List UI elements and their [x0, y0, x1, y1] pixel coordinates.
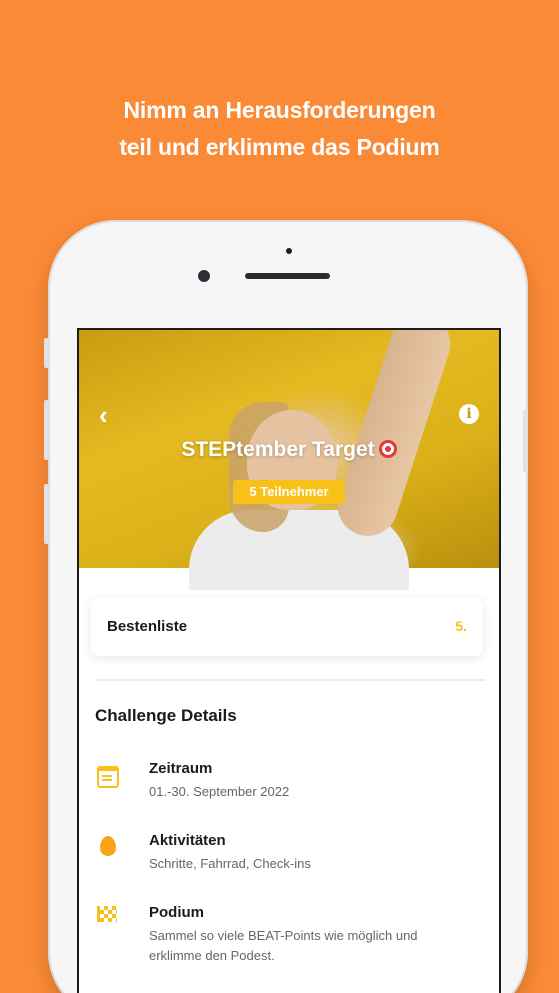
phone-volume-up: [44, 400, 49, 460]
leaderboard-label: Bestenliste: [107, 618, 188, 635]
promo-headline-line-2: teil und erklimme das Podium: [119, 134, 440, 160]
challenge-title-text: STEPtember Target: [181, 438, 375, 461]
phone-volume-down: [44, 484, 49, 544]
detail-subtitle: Sammel so viele BEAT-Points wie möglich …: [149, 928, 418, 963]
phone-camera: [198, 270, 210, 282]
fire-icon: [100, 836, 116, 856]
promo-headline: Nimm an Herausforderungen teil und erkli…: [0, 92, 559, 166]
calendar-icon: [97, 766, 119, 788]
back-chevron-icon[interactable]: ‹: [99, 402, 108, 428]
participants-badge[interactable]: 5 Teilnehmer: [233, 480, 345, 504]
detail-title: Podium: [149, 904, 204, 921]
phone-power-button: [523, 410, 528, 472]
phone-mute-switch: [44, 338, 49, 368]
detail-subtitle: 01.-30. September 2022: [149, 784, 290, 799]
detail-title: Aktivitäten: [149, 832, 226, 849]
target-icon: [378, 440, 397, 458]
section-divider: [95, 679, 485, 681]
detail-title: Zeitraum: [149, 760, 213, 777]
info-icon[interactable]: i: [459, 404, 479, 424]
phone-sensor: [286, 248, 292, 254]
leaderboard-rank: 5.: [455, 618, 467, 634]
leaderboard-card[interactable]: Bestenliste 5.: [91, 598, 483, 656]
checkered-flag-icon: [97, 906, 117, 922]
app-screen: ‹ i STEPtember Target 5 Teilnehmer Beste…: [77, 328, 501, 993]
challenge-title: STEPtember Target: [79, 438, 499, 462]
hero-photo-arm: [329, 330, 459, 544]
challenge-hero-image: ‹ i STEPtember Target 5 Teilnehmer: [79, 330, 499, 590]
challenge-details-heading: Challenge Details: [95, 706, 237, 725]
promo-headline-line-1: Nimm an Herausforderungen: [123, 97, 436, 123]
detail-subtitle: Schritte, Fahrrad, Check-ins: [149, 856, 311, 871]
phone-speaker: [245, 273, 330, 279]
